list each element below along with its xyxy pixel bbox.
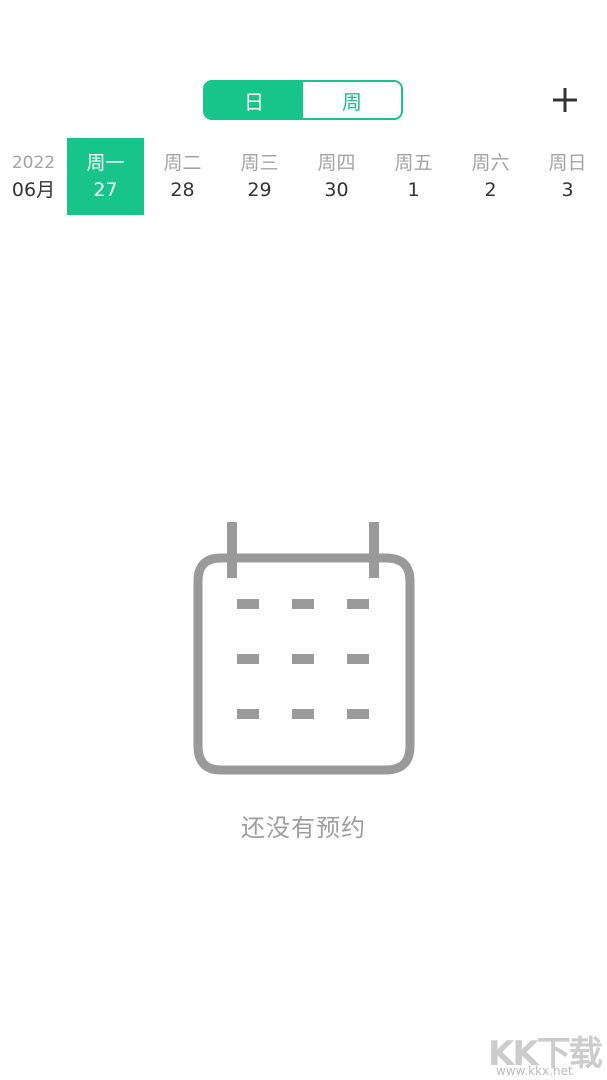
watermark-url: www.kkx.net	[496, 1064, 573, 1078]
day-cell-thu[interactable]: 周四 30	[298, 138, 375, 215]
view-toggle: 日 周	[203, 80, 403, 120]
tab-day[interactable]: 日	[205, 82, 303, 118]
calendar-icon	[193, 522, 415, 775]
weekday-label: 周四	[317, 151, 356, 174]
day-cell-wed[interactable]: 周三 29	[221, 138, 298, 215]
weekday-label: 周日	[548, 151, 587, 174]
add-button[interactable]	[545, 80, 585, 120]
weekday-label: 周六	[471, 151, 510, 174]
date-label: 28	[170, 178, 195, 201]
day-cell-tue[interactable]: 周二 28	[144, 138, 221, 215]
week-strip: 2022 06月 周一 27 周二 28 周三 29 周四 30 周五 1 周六…	[0, 138, 607, 215]
month-label: 06月	[11, 178, 56, 201]
tab-week[interactable]: 周	[303, 82, 401, 118]
weekday-label: 周一	[86, 151, 125, 174]
date-label: 30	[324, 178, 349, 201]
empty-state-message: 还没有预约	[241, 814, 366, 842]
day-cell-sun[interactable]: 周日 3	[529, 138, 606, 215]
weekday-label: 周二	[163, 151, 202, 174]
date-label: 29	[247, 178, 272, 201]
day-cell-fri[interactable]: 周五 1	[375, 138, 452, 215]
date-label: 1	[407, 178, 420, 201]
date-label: 27	[93, 178, 118, 201]
year-label: 2022	[11, 152, 56, 173]
weekday-label: 周五	[394, 151, 433, 174]
watermark-logo: KK下载 www.kkx.net	[488, 1020, 607, 1080]
date-label: 2	[484, 178, 497, 201]
plus-icon	[553, 88, 577, 112]
date-label: 3	[561, 178, 574, 201]
day-cell-mon[interactable]: 周一 27	[67, 138, 144, 215]
day-cell-sat[interactable]: 周六 2	[452, 138, 529, 215]
weekday-label: 周三	[240, 151, 279, 174]
year-month: 2022 06月	[0, 138, 67, 215]
